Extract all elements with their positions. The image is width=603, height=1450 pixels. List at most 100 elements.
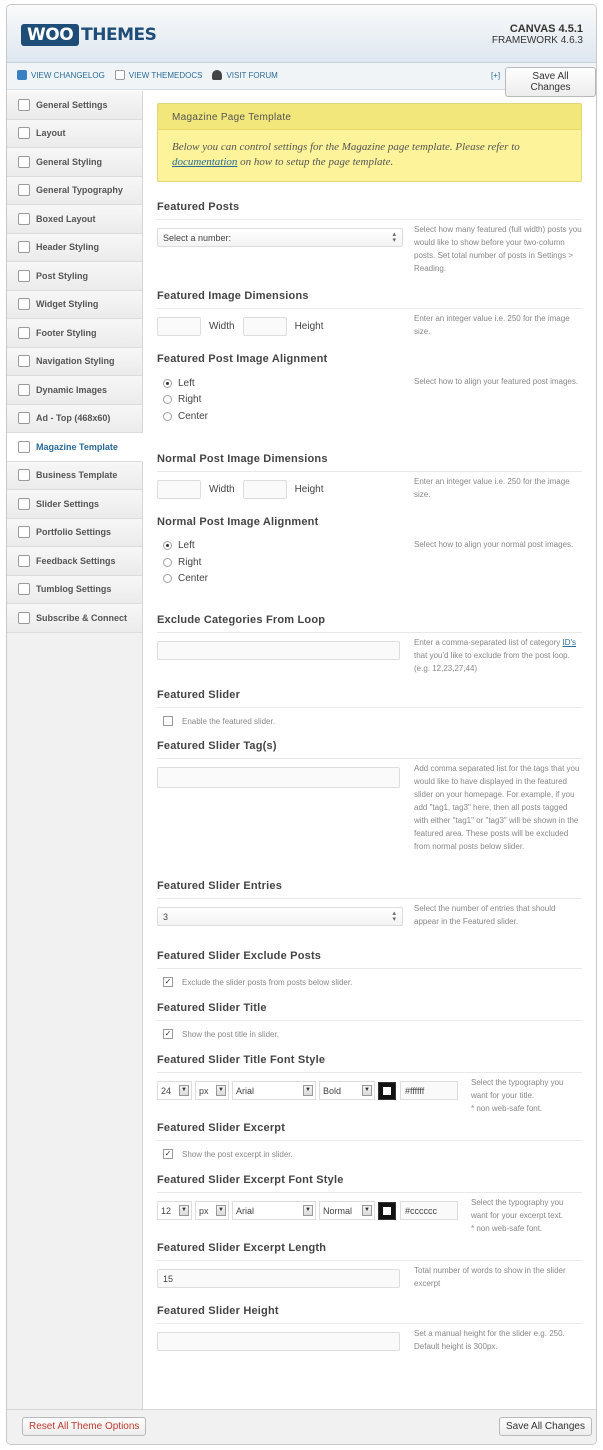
desc-note: * non web-safe font. (471, 1224, 543, 1233)
sub-toolbar: VIEW CHANGELOG VIEW THEMEDOCS VISIT FORU… (7, 63, 596, 97)
sidebar-item-general-styling[interactable]: General Styling (7, 148, 142, 177)
sidebar-item-slider-settings[interactable]: Slider Settings (7, 490, 142, 519)
color-picker-swatch[interactable] (378, 1201, 396, 1220)
sidebar-item-boxed-layout[interactable]: Boxed Layout (7, 205, 142, 234)
sidebar-item-navigation-styling[interactable]: Navigation Styling (7, 347, 142, 376)
sidebar-item-label: Feedback Settings (36, 555, 116, 566)
featured-posts-select[interactable]: Select a number: ▴ ▾ (157, 228, 403, 247)
normal-width-input[interactable] (157, 479, 201, 499)
notice-box: Magazine Page Template Below you can con… (157, 103, 582, 182)
font-size-select[interactable]: 12 ▼ (157, 1201, 192, 1220)
radio-right[interactable]: Right (157, 554, 582, 571)
expand-toggle[interactable]: [+] (491, 71, 500, 80)
excerpt-length-input[interactable]: 15 (157, 1269, 400, 1288)
sidebar-item-feedback-settings[interactable]: Feedback Settings (7, 547, 142, 576)
post-icon (18, 269, 30, 282)
sidebar-item-tumblog-settings[interactable]: Tumblog Settings (7, 575, 142, 604)
color-hex-input[interactable]: #ffffff (400, 1081, 458, 1100)
sidebar-item-subscribe-connect[interactable]: Subscribe & Connect (7, 604, 142, 633)
documentation-link[interactable]: documentation (172, 156, 237, 168)
sidebar-item-label: Widget Styling (36, 299, 99, 310)
connect-icon (18, 611, 30, 624)
font-weight-select[interactable]: Normal ▼ (319, 1201, 375, 1220)
show-title-checkbox[interactable]: ✓ (163, 1029, 173, 1039)
font-family-select[interactable]: Arial ▼ (232, 1081, 316, 1100)
radio-label: Center (178, 573, 209, 585)
color-hex-input[interactable]: #cccccc (400, 1201, 458, 1220)
sidebar-item-business-template[interactable]: Business Template (7, 461, 142, 490)
featured-height-input[interactable] (242, 317, 287, 336)
radio-button[interactable] (163, 395, 172, 405)
slider-height-input[interactable] (157, 1332, 400, 1351)
view-themedocs-label: VIEW THEMEDOCS (128, 70, 203, 80)
sidebar-item-header-styling[interactable]: Header Styling (7, 233, 142, 262)
section-title: Featured Slider Excerpt Font Style (157, 1174, 582, 1193)
show-title-checkbox-row[interactable]: ✓ Show the post title in slider. (157, 1029, 582, 1039)
section-title: Featured Image Dimensions (157, 290, 582, 309)
show-excerpt-checkbox[interactable]: ✓ (163, 1149, 173, 1159)
header-icon (18, 241, 30, 254)
slider-tags-input[interactable] (157, 767, 400, 788)
radio-button[interactable] (163, 574, 172, 584)
view-themedocs-link[interactable]: VIEW THEMEDOCS (114, 70, 203, 80)
sidebar-item-portfolio-settings[interactable]: Portfolio Settings (7, 518, 142, 547)
radio-center[interactable]: Center (157, 408, 582, 425)
desc-text: Enter a comma-separated list of category (414, 638, 563, 647)
font-family-select[interactable]: Arial ▼ (232, 1201, 316, 1220)
radio-button[interactable] (163, 557, 172, 567)
sidebar-item-post-styling[interactable]: Post Styling (7, 262, 142, 291)
font-unit-select[interactable]: px ▼ (195, 1081, 229, 1100)
slider-entries-select[interactable]: 3 ▴ ▾ (157, 907, 403, 926)
field-description: Select the typography you want for your … (471, 1076, 582, 1115)
radio-button[interactable] (163, 541, 172, 551)
sidebar-item-footer-styling[interactable]: Footer Styling (7, 319, 142, 348)
font-unit-select[interactable]: px ▼ (195, 1201, 229, 1220)
ids-link[interactable]: ID's (563, 638, 577, 647)
featured-width-input[interactable] (157, 317, 201, 336)
sidebar-item-label: Slider Settings (36, 498, 100, 509)
font-weight-select[interactable]: Bold ▼ (319, 1081, 375, 1100)
show-excerpt-checkbox-row[interactable]: ✓ Show the post excerpt in slider. (157, 1149, 582, 1159)
save-all-changes-top-button[interactable]: Save All Changes (505, 67, 596, 97)
font-size-select[interactable]: 24 ▼ (157, 1081, 192, 1100)
sidebar-item-general-settings[interactable]: General Settings (7, 91, 142, 120)
sidebar-item-label: Ad - Top (468x60) (36, 413, 111, 424)
reset-all-options-button[interactable]: Reset All Theme Options (22, 1417, 147, 1436)
section-title: Featured Slider Excerpt Length (157, 1242, 582, 1261)
camera-icon (18, 383, 30, 396)
normal-alignment-section: Normal Post Image Alignment Left Right C… (157, 516, 582, 588)
field-description: Enter a comma-separated list of category… (414, 636, 582, 675)
view-changelog-link[interactable]: VIEW CHANGELOG (17, 70, 105, 80)
sidebar-item-label: Layout (36, 128, 66, 139)
sidebar-item-general-typography[interactable]: General Typography (7, 176, 142, 205)
font-unit-value: px (199, 1086, 209, 1096)
radio-button[interactable] (163, 378, 172, 388)
sidebar-item-layout[interactable]: Layout (7, 119, 142, 148)
radio-label: Left (178, 540, 195, 552)
visit-forum-link[interactable]: VISIT FORUM (212, 70, 278, 80)
wrench-icon (18, 98, 30, 111)
color-picker-swatch[interactable] (378, 1081, 396, 1100)
slider-height-section: Featured Slider Height Set a manual heig… (157, 1305, 582, 1351)
sidebar-item-dynamic-images[interactable]: Dynamic Images (7, 376, 142, 405)
radio-center[interactable]: Center (157, 571, 582, 588)
height-label: Height (294, 483, 324, 495)
checkbox-label: Exclude the slider posts from posts belo… (182, 977, 353, 987)
sidebar-item-ad-top-468x60[interactable]: Ad - Top (468x60) (7, 404, 142, 433)
sidebar-item-widget-styling[interactable]: Widget Styling (7, 290, 142, 319)
desc-text: Select the typography you want for your … (471, 1078, 564, 1100)
logo-woo: WOO (21, 23, 80, 46)
radio-right[interactable]: Right (157, 392, 582, 409)
exclude-categories-input[interactable] (157, 641, 400, 660)
exclude-posts-checkbox[interactable]: ✓ (163, 977, 173, 987)
chevron-down-icon: ▼ (362, 1205, 372, 1216)
normal-height-input[interactable] (242, 479, 287, 499)
enable-slider-checkbox[interactable] (163, 716, 173, 726)
enable-slider-checkbox-row[interactable]: Enable the featured slider. (157, 716, 582, 726)
sidebar-item-magazine-template[interactable]: Magazine Template (7, 433, 143, 462)
layout-icon (18, 127, 30, 140)
radio-button[interactable] (163, 411, 172, 421)
save-all-changes-bottom-button[interactable]: Save All Changes (499, 1417, 592, 1436)
exclude-posts-checkbox-row[interactable]: ✓ Exclude the slider posts from posts bel… (157, 977, 582, 987)
checkbox-label: Show the post title in slider. (182, 1029, 279, 1039)
